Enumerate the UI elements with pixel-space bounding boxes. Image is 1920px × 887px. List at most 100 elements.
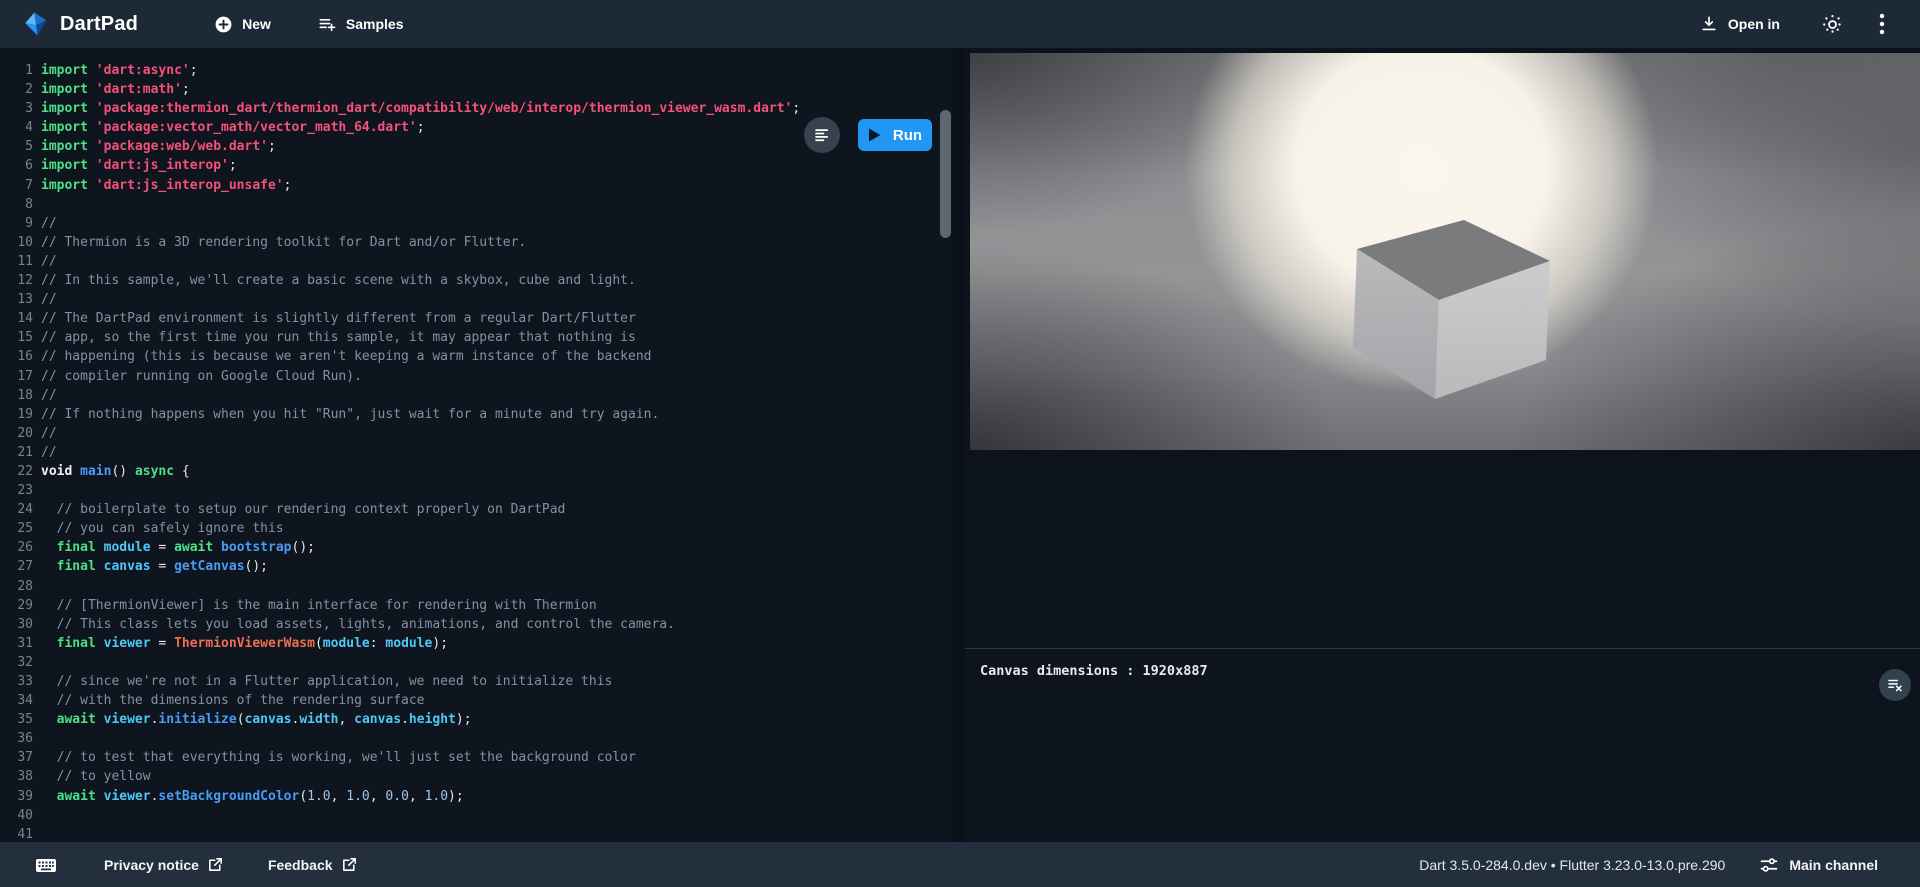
line-number: 5: [0, 137, 33, 156]
code-line[interactable]: 28: [0, 577, 952, 596]
panel-splitter[interactable]: [952, 48, 965, 842]
code-line[interactable]: 36: [0, 729, 952, 748]
channel-selector[interactable]: Main channel: [1759, 855, 1878, 875]
line-number: 9: [0, 214, 33, 233]
code-line[interactable]: 18//: [0, 386, 952, 405]
line-number: 27: [0, 557, 33, 576]
line-number: 23: [0, 481, 33, 500]
code-line[interactable]: 1import 'dart:async';: [0, 61, 952, 80]
code-line[interactable]: 26 final module = await bootstrap();: [0, 538, 952, 557]
line-number: 13: [0, 290, 33, 309]
line-number: 6: [0, 156, 33, 175]
line-number: 19: [0, 405, 33, 424]
console-output-panel: Canvas dimensions : 1920x887: [965, 649, 1920, 842]
code-line-text: // This class lets you load assets, ligh…: [33, 615, 675, 634]
keyboard-shortcuts-button[interactable]: [34, 853, 58, 877]
feedback-link[interactable]: Feedback: [268, 856, 358, 873]
code-line[interactable]: 21//: [0, 443, 952, 462]
code-line[interactable]: 20//: [0, 424, 952, 443]
code-line[interactable]: 34 // with the dimensions of the renderi…: [0, 691, 952, 710]
code-line[interactable]: 35 await viewer.initialize(canvas.width,…: [0, 710, 952, 729]
code-line[interactable]: 31 final viewer = ThermionViewerWasm(mod…: [0, 634, 952, 653]
code-line-text: final canvas = getCanvas();: [33, 557, 268, 576]
code-line[interactable]: 19// If nothing happens when you hit "Ru…: [0, 405, 952, 424]
open-in-button[interactable]: Open in: [1699, 14, 1780, 34]
code-line-text: import 'package:vector_math/vector_math_…: [33, 118, 425, 137]
line-number: 24: [0, 500, 33, 519]
clear-console-button[interactable]: [1879, 669, 1911, 701]
line-number: 14: [0, 309, 33, 328]
overflow-menu-button[interactable]: [1870, 12, 1894, 36]
line-number: 15: [0, 328, 33, 347]
code-line-text: final viewer = ThermionViewerWasm(module…: [33, 634, 448, 653]
code-line[interactable]: 17// compiler running on Google Cloud Ru…: [0, 367, 952, 386]
code-line[interactable]: 38 // to yellow: [0, 767, 952, 786]
code-line[interactable]: 13//: [0, 290, 952, 309]
code-line[interactable]: 2import 'dart:math';: [0, 80, 952, 99]
code-line-text: import 'package:thermion_dart/thermion_d…: [33, 99, 800, 118]
line-number: 16: [0, 347, 33, 366]
code-line[interactable]: 12// In this sample, we'll create a basi…: [0, 271, 952, 290]
code-line-text: import 'dart:math';: [33, 80, 190, 99]
code-line[interactable]: 37 // to test that everything is working…: [0, 748, 952, 767]
code-line[interactable]: 33 // since we're not in a Flutter appli…: [0, 672, 952, 691]
code-line-text: //: [33, 214, 57, 233]
open-in-new-icon: [341, 856, 358, 873]
code-line[interactable]: 25 // you can safely ignore this: [0, 519, 952, 538]
line-number: 30: [0, 615, 33, 634]
samples-button[interactable]: Samples: [317, 14, 404, 34]
code-line[interactable]: 6import 'dart:js_interop';: [0, 156, 952, 175]
code-line[interactable]: 39 await viewer.setBackgroundColor(1.0, …: [0, 787, 952, 806]
code-line[interactable]: 9//: [0, 214, 952, 233]
code-line[interactable]: 23: [0, 481, 952, 500]
line-number: 8: [0, 195, 33, 214]
line-number: 35: [0, 710, 33, 729]
code-line[interactable]: 7import 'dart:js_interop_unsafe';: [0, 176, 952, 195]
brightness-toggle-button[interactable]: [1820, 12, 1844, 36]
code-line[interactable]: 27 final canvas = getCanvas();: [0, 557, 952, 576]
open-in-button-label: Open in: [1728, 16, 1780, 32]
line-number: 18: [0, 386, 33, 405]
code-line-text: [33, 577, 41, 596]
code-line[interactable]: 32: [0, 653, 952, 672]
code-line[interactable]: 8: [0, 195, 952, 214]
code-line[interactable]: 14// The DartPad environment is slightly…: [0, 309, 952, 328]
code-line-text: // compiler running on Google Cloud Run)…: [33, 367, 362, 386]
code-line-text: import 'dart:async';: [33, 61, 198, 80]
code-line[interactable]: 16// happening (this is because we aren'…: [0, 347, 952, 366]
line-number: 29: [0, 596, 33, 615]
editor-scrollbar-thumb[interactable]: [940, 110, 951, 238]
render-output-canvas[interactable]: [970, 53, 1920, 450]
format-code-button[interactable]: [804, 117, 840, 153]
code-line[interactable]: 40: [0, 806, 952, 825]
code-line-text: // The DartPad environment is slightly d…: [33, 309, 636, 328]
run-button[interactable]: Run: [858, 119, 932, 151]
code-editor-lines[interactable]: 1import 'dart:async';2import 'dart:math'…: [0, 48, 952, 842]
code-line[interactable]: 30 // This class lets you load assets, l…: [0, 615, 952, 634]
code-line[interactable]: 41: [0, 825, 952, 842]
line-number: 21: [0, 443, 33, 462]
keyboard-icon: [34, 853, 58, 877]
sdk-version-text: Dart 3.5.0-284.0.dev • Flutter 3.23.0-13…: [1419, 857, 1725, 873]
line-number: 2: [0, 80, 33, 99]
code-line[interactable]: 10// Thermion is a 3D rendering toolkit …: [0, 233, 952, 252]
play-icon: [868, 128, 881, 142]
code-line[interactable]: 29 // [ThermionViewer] is the main inter…: [0, 596, 952, 615]
code-line[interactable]: 3import 'package:thermion_dart/thermion_…: [0, 99, 952, 118]
code-line[interactable]: 22void main() async {: [0, 462, 952, 481]
new-button[interactable]: New: [214, 15, 271, 34]
code-line-text: [33, 729, 41, 748]
privacy-notice-link[interactable]: Privacy notice: [104, 856, 224, 873]
code-line-text: // If nothing happens when you hit "Run"…: [33, 405, 659, 424]
code-line[interactable]: 11//: [0, 252, 952, 271]
code-line[interactable]: 15// app, so the first time you run this…: [0, 328, 952, 347]
sun-icon: [1822, 14, 1843, 35]
samples-button-label: Samples: [346, 16, 404, 32]
code-line[interactable]: 24 // boilerplate to setup our rendering…: [0, 500, 952, 519]
line-number: 17: [0, 367, 33, 386]
app-title: DartPad: [60, 13, 138, 36]
line-number: 22: [0, 462, 33, 481]
code-line-text: // [ThermionViewer] is the main interfac…: [33, 596, 597, 615]
kebab-menu-icon: [1879, 13, 1885, 35]
code-line-text: void main() async {: [33, 462, 190, 481]
